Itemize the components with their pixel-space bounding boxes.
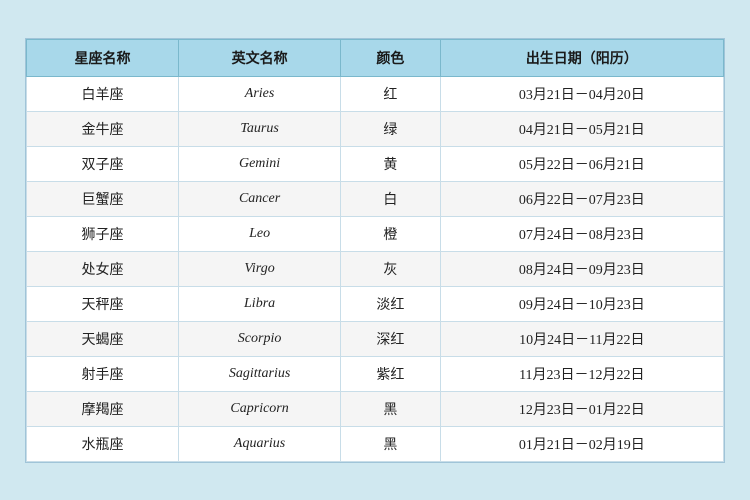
- header-date: 出生日期（阳历）: [440, 39, 723, 76]
- table-row: 金牛座Taurus绿04月21日－05月21日: [27, 111, 724, 146]
- cell-en-name: Libra: [178, 286, 340, 321]
- cell-color: 白: [341, 181, 440, 216]
- cell-date: 10月24日－11月22日: [440, 321, 723, 356]
- table-row: 水瓶座Aquarius黑01月21日－02月19日: [27, 426, 724, 461]
- cell-en-name: Gemini: [178, 146, 340, 181]
- header-en-name: 英文名称: [178, 39, 340, 76]
- cell-en-name: Leo: [178, 216, 340, 251]
- table-header-row: 星座名称 英文名称 颜色 出生日期（阳历）: [27, 39, 724, 76]
- cell-date: 08月24日－09月23日: [440, 251, 723, 286]
- header-color: 颜色: [341, 39, 440, 76]
- cell-color: 淡红: [341, 286, 440, 321]
- table-row: 双子座Gemini黄05月22日－06月21日: [27, 146, 724, 181]
- cell-en-name: Virgo: [178, 251, 340, 286]
- cell-date: 11月23日－12月22日: [440, 356, 723, 391]
- cell-zh-name: 金牛座: [27, 111, 179, 146]
- table-row: 天蝎座Scorpio深红10月24日－11月22日: [27, 321, 724, 356]
- cell-color: 黑: [341, 426, 440, 461]
- cell-en-name: Capricorn: [178, 391, 340, 426]
- cell-date: 05月22日－06月21日: [440, 146, 723, 181]
- cell-en-name: Aquarius: [178, 426, 340, 461]
- cell-zh-name: 狮子座: [27, 216, 179, 251]
- cell-en-name: Cancer: [178, 181, 340, 216]
- cell-date: 07月24日－08月23日: [440, 216, 723, 251]
- cell-color: 橙: [341, 216, 440, 251]
- cell-date: 06月22日－07月23日: [440, 181, 723, 216]
- cell-zh-name: 白羊座: [27, 76, 179, 111]
- cell-color: 深红: [341, 321, 440, 356]
- cell-color: 绿: [341, 111, 440, 146]
- cell-zh-name: 摩羯座: [27, 391, 179, 426]
- table-row: 白羊座Aries红03月21日－04月20日: [27, 76, 724, 111]
- cell-zh-name: 水瓶座: [27, 426, 179, 461]
- cell-date: 12月23日－01月22日: [440, 391, 723, 426]
- cell-zh-name: 巨蟹座: [27, 181, 179, 216]
- cell-date: 09月24日－10月23日: [440, 286, 723, 321]
- header-zh-name: 星座名称: [27, 39, 179, 76]
- cell-en-name: Taurus: [178, 111, 340, 146]
- cell-color: 紫红: [341, 356, 440, 391]
- zodiac-table-container: 星座名称 英文名称 颜色 出生日期（阳历） 白羊座Aries红03月21日－04…: [25, 38, 725, 463]
- cell-zh-name: 天秤座: [27, 286, 179, 321]
- table-row: 射手座Sagittarius紫红11月23日－12月22日: [27, 356, 724, 391]
- cell-color: 灰: [341, 251, 440, 286]
- cell-en-name: Aries: [178, 76, 340, 111]
- table-row: 狮子座Leo橙07月24日－08月23日: [27, 216, 724, 251]
- table-body: 白羊座Aries红03月21日－04月20日金牛座Taurus绿04月21日－0…: [27, 76, 724, 461]
- cell-zh-name: 射手座: [27, 356, 179, 391]
- cell-date: 04月21日－05月21日: [440, 111, 723, 146]
- cell-zh-name: 处女座: [27, 251, 179, 286]
- table-row: 处女座Virgo灰08月24日－09月23日: [27, 251, 724, 286]
- table-row: 天秤座Libra淡红09月24日－10月23日: [27, 286, 724, 321]
- cell-date: 03月21日－04月20日: [440, 76, 723, 111]
- cell-zh-name: 天蝎座: [27, 321, 179, 356]
- table-row: 巨蟹座Cancer白06月22日－07月23日: [27, 181, 724, 216]
- cell-date: 01月21日－02月19日: [440, 426, 723, 461]
- cell-color: 黄: [341, 146, 440, 181]
- cell-zh-name: 双子座: [27, 146, 179, 181]
- zodiac-table: 星座名称 英文名称 颜色 出生日期（阳历） 白羊座Aries红03月21日－04…: [26, 39, 724, 462]
- cell-color: 红: [341, 76, 440, 111]
- cell-en-name: Scorpio: [178, 321, 340, 356]
- cell-color: 黑: [341, 391, 440, 426]
- table-row: 摩羯座Capricorn黑12月23日－01月22日: [27, 391, 724, 426]
- cell-en-name: Sagittarius: [178, 356, 340, 391]
